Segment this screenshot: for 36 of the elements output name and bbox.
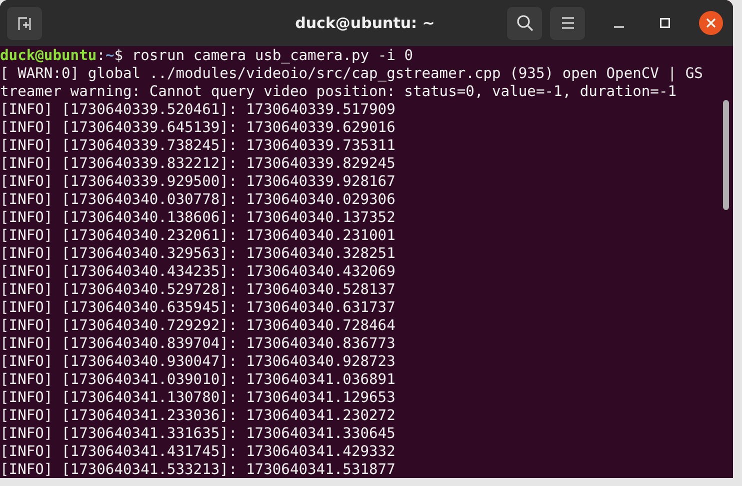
output-line: [ WARN:0] global ../modules/videoio/src/cap_gstreamer.cpp (935) open OpenCV | GS [0, 65, 703, 83]
search-button[interactable] [507, 6, 542, 40]
output-line: [INFO] [1730640341.331635]: 1730640341.330645 [0, 425, 396, 443]
output-line: [INFO] [1730640340.839704]: 1730640340.836773 [0, 335, 396, 353]
menu-button[interactable] [550, 6, 585, 40]
output-line: [INFO] [1730640340.729292]: 1730640340.728464 [0, 317, 396, 335]
output-line: [INFO] [1730640339.520461]: 1730640339.517909 [0, 101, 396, 119]
scrollbar-thumb[interactable] [723, 100, 729, 210]
new-tab-button[interactable] [7, 6, 42, 40]
output-line: [INFO] [1730640341.233036]: 1730640341.230272 [0, 407, 396, 425]
close-button[interactable] [699, 11, 723, 35]
output-line: treamer warning: Cannot query video position: status=0, value=-1, duration=-1 [0, 83, 677, 101]
output-line: [INFO] [1730640340.529728]: 1730640340.528137 [0, 281, 396, 299]
output-line: [INFO] [1730640341.533213]: 1730640341.531877 [0, 461, 396, 478]
output-line: [INFO] [1730640340.930047]: 1730640340.928723 [0, 353, 396, 371]
output-line: [INFO] [1730640341.039010]: 1730640341.036891 [0, 371, 396, 389]
output-line: [INFO] [1730640339.832212]: 1730640339.829245 [0, 155, 396, 173]
output-line: [INFO] [1730640340.434235]: 1730640340.432069 [0, 263, 396, 281]
maximize-icon [660, 18, 670, 28]
output-line: [INFO] [1730640340.329563]: 1730640340.328251 [0, 245, 396, 263]
output-line: [INFO] [1730640339.929500]: 1730640339.928167 [0, 173, 396, 191]
output-line: [INFO] [1730640339.738245]: 1730640339.735311 [0, 137, 396, 155]
menu-icon [560, 17, 574, 29]
minimize-icon [614, 26, 624, 28]
output-line: [INFO] [1730640340.030778]: 1730640340.029306 [0, 191, 396, 209]
output-line: [INFO] [1730640341.431745]: 1730640341.429332 [0, 443, 396, 461]
output-line: [INFO] [1730640341.130780]: 1730640341.129653 [0, 389, 396, 407]
prompt-line: duck@ubuntu:~$ rosrun camera usb_camera.py -i 0 [0, 47, 413, 65]
output-line: [INFO] [1730640339.645139]: 1730640339.629016 [0, 119, 396, 137]
output-line: [INFO] [1730640340.232061]: 1730640340.231001 [0, 227, 396, 245]
output-line: [INFO] [1730640340.138606]: 1730640340.137352 [0, 209, 396, 227]
new-tab-icon [16, 15, 32, 31]
window-title: duck@ubuntu: ~ [295, 14, 435, 32]
search-icon [516, 14, 534, 32]
output-line: [INFO] [1730640340.635945]: 1730640340.631737 [0, 299, 396, 317]
close-icon [706, 18, 716, 28]
